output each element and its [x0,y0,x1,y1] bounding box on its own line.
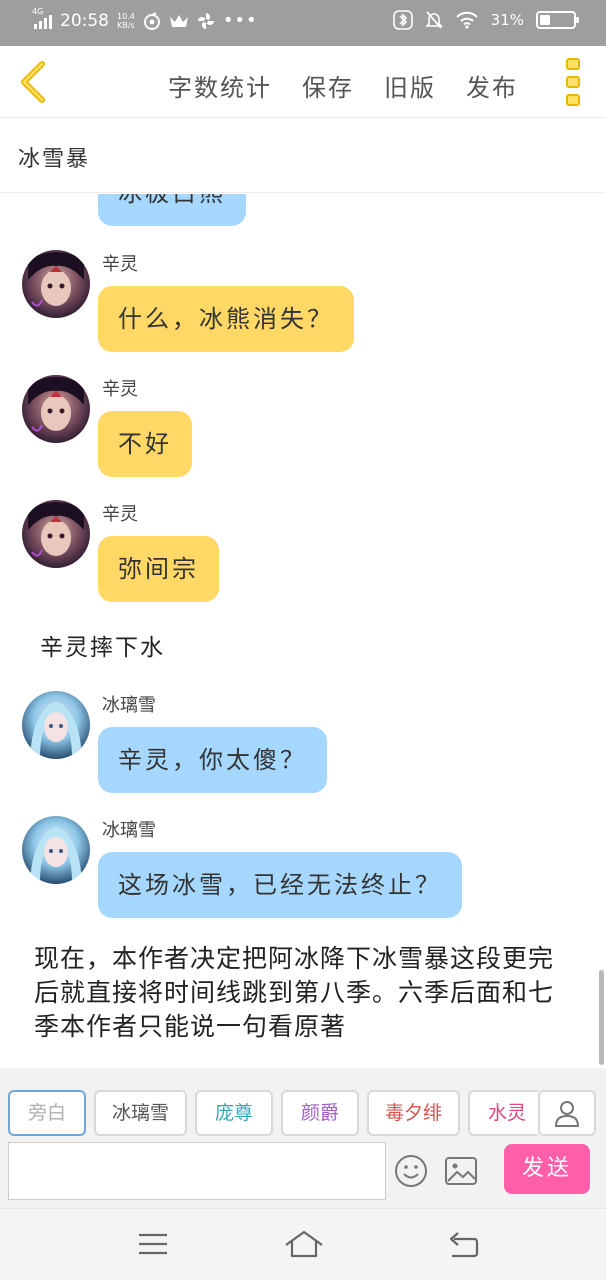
image-icon [445,1157,477,1185]
message-input[interactable] [8,1142,386,1200]
smiley-icon [395,1155,427,1187]
narration-line[interactable]: 辛灵摔下水 [40,628,165,662]
avatar-binglixue[interactable] [22,816,90,884]
status-bar-left: 4G 20:58 10.4 KB/s ••• [32,7,258,32]
mute-icon [424,11,443,29]
status-bar: 4G 20:58 10.4 KB/s ••• 31% [0,0,606,46]
system-nav-bar [0,1208,606,1280]
composer-area: 旁白 冰璃雪 庞尊 颜爵 毒夕绯 水灵 发送 [0,1068,606,1208]
chevron-left-icon [21,61,45,103]
save-button[interactable]: 保存 [302,68,354,103]
clock: 20:58 [60,10,109,31]
more-vertical-icon [566,58,580,70]
battery-fill [540,15,550,25]
role-chip[interactable]: 颜爵 [281,1090,360,1136]
avatar-xinling[interactable] [22,375,90,443]
avatar-xinling[interactable] [22,500,90,568]
battery-icon [536,11,579,29]
nav-back-button[interactable] [446,1229,480,1259]
speaker-name: 辛灵 [102,504,138,525]
net-speed-value: 10.4 [117,11,135,21]
word-count-button[interactable]: 字数统计 [168,68,272,103]
chat-scrollbar[interactable] [599,970,604,1065]
more-button[interactable] [566,58,582,106]
toolbar-actions: 字数统计 保存 旧版 发布 [168,68,518,103]
chapter-title: 冰雪暴 [18,147,91,172]
send-button[interactable]: 发送 [504,1144,590,1194]
battery-percent: 31% [490,11,524,29]
role-manager-button[interactable] [538,1090,596,1136]
speaker-name: 冰璃雪 [102,820,156,841]
back-button[interactable] [12,58,58,106]
chat-bubble[interactable]: 不好 [98,411,192,477]
pinwheel-icon [197,12,214,29]
role-chip[interactable]: 庞尊 [195,1090,274,1136]
signal-icon: 4G [32,7,52,29]
more-notifications-icon: ••• [222,10,258,31]
chat-bubble[interactable]: 这场冰雪，已经无法终止？ [98,852,462,918]
nav-menu-button[interactable] [136,1229,170,1259]
image-button[interactable] [444,1156,478,1186]
home-icon [285,1230,323,1258]
narration-paragraph[interactable]: 现在，本作者决定把阿冰降下冰雪暴这段更完后就直接将时间线跳到第八季。六季后面和七… [34,942,574,1044]
chat-area[interactable]: 冰极白熊 辛灵 什么，冰熊消失？ 辛灵 不好 辛灵 弥间宗 辛灵摔下水 冰璃雪 … [0,194,606,1068]
chat-bubble[interactable]: 辛灵，你太傻？ [98,727,327,793]
net-speed: 10.4 KB/s [117,12,135,30]
role-chip-list[interactable]: 旁白 冰璃雪 庞尊 颜爵 毒夕绯 水灵 [8,1090,538,1136]
role-chip[interactable]: 冰璃雪 [94,1090,188,1136]
avatar-binglixue[interactable] [22,691,90,759]
bluetooth-icon [392,10,413,30]
menu-icon [139,1233,167,1255]
speaker-name: 辛灵 [102,379,138,400]
wifi-icon [455,11,478,29]
publish-button[interactable]: 发布 [466,68,518,103]
avatar-xinling[interactable] [22,250,90,318]
more-dot [566,94,580,106]
role-chip[interactable]: 水灵 [468,1090,538,1136]
network-type: 4G [32,6,44,16]
music-app-icon [143,11,160,30]
role-chip-narrator[interactable]: 旁白 [8,1090,86,1136]
chapter-title-row[interactable]: 冰雪暴 [0,119,606,193]
emoji-button[interactable] [394,1154,428,1188]
chat-bubble-partial[interactable]: 冰极白熊 [98,194,246,226]
net-speed-unit: KB/s [117,20,135,30]
old-version-button[interactable]: 旧版 [384,68,436,103]
person-icon [554,1101,580,1127]
more-dot [566,76,580,88]
status-bar-right: 31% [392,10,579,30]
chat-bubble[interactable]: 弥间宗 [98,536,219,602]
nav-home-button[interactable] [284,1229,324,1259]
crown-icon [169,14,188,27]
speaker-name: 冰璃雪 [102,695,156,716]
chat-bubble[interactable]: 什么，冰熊消失？ [98,286,354,352]
editor-toolbar: 字数统计 保存 旧版 发布 [0,46,606,118]
role-chip[interactable]: 毒夕绯 [367,1090,461,1136]
speaker-name: 辛灵 [102,254,138,275]
back-arrow-icon [449,1232,479,1258]
